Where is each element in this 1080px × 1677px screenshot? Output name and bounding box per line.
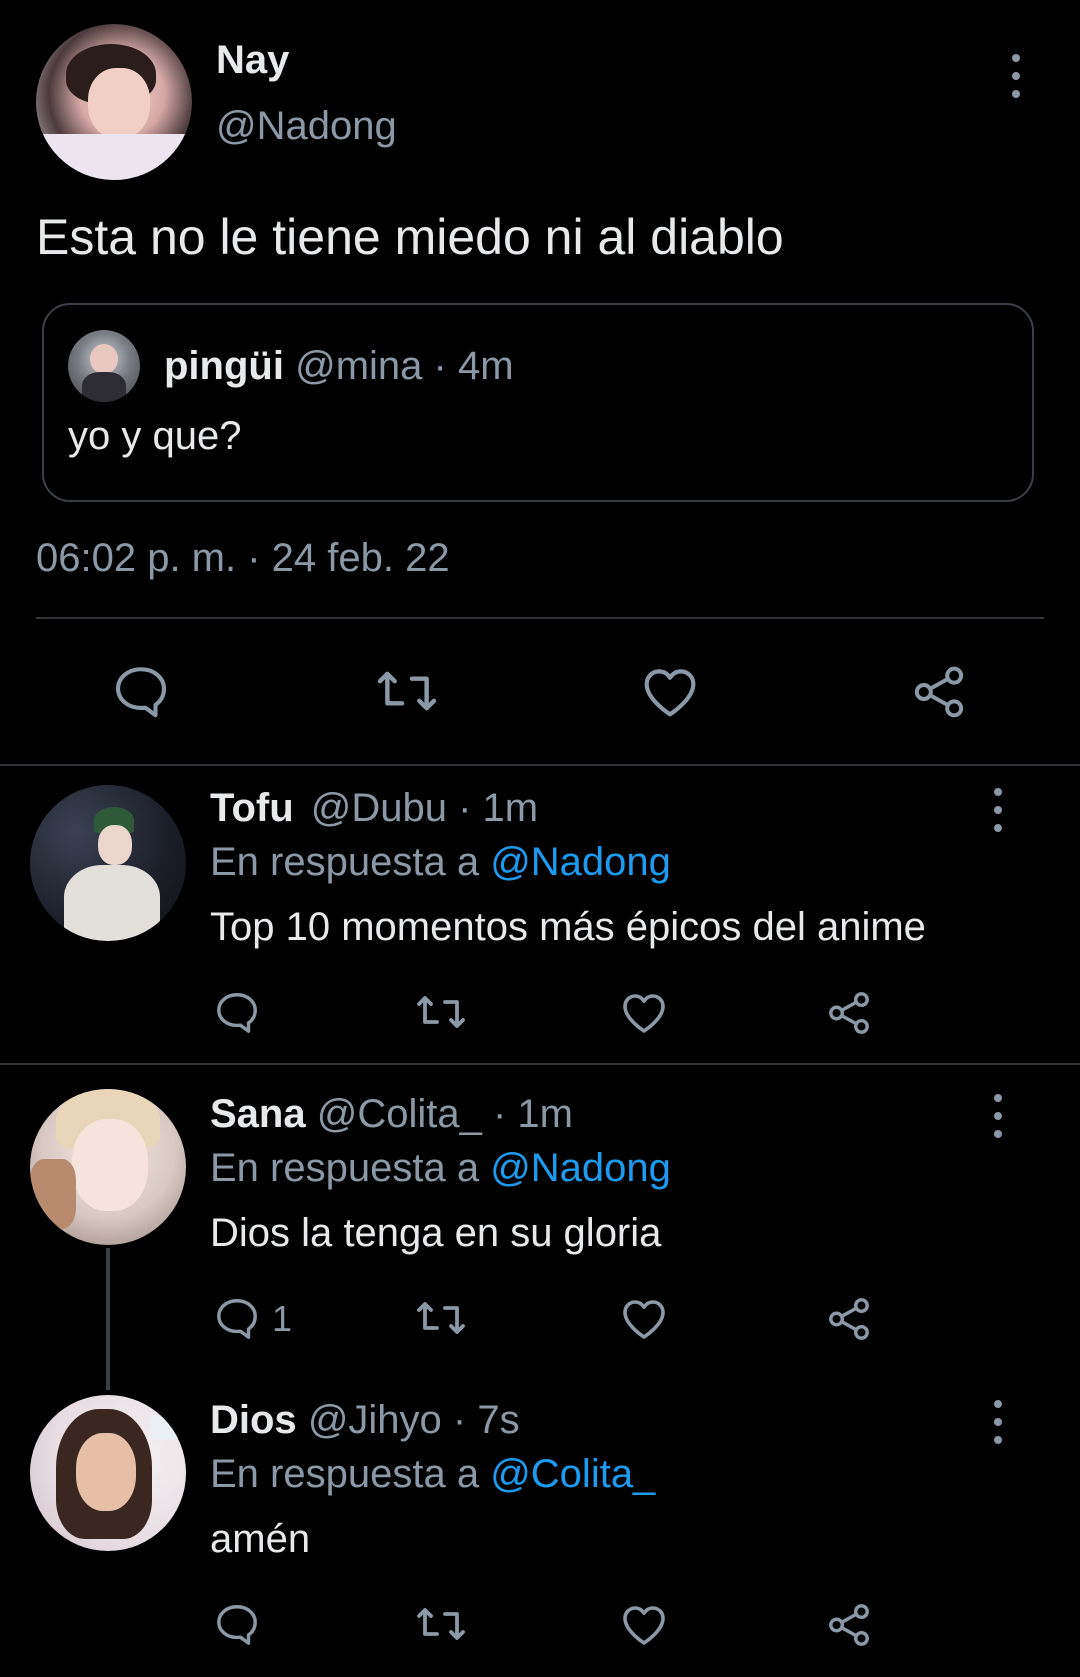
author-avatar[interactable] (36, 24, 192, 180)
like-icon[interactable] (640, 664, 700, 718)
reply-to-link[interactable]: @Colita_ (490, 1452, 655, 1496)
more-icon[interactable] (988, 1094, 1008, 1138)
reply-text: amén (210, 1517, 311, 1561)
retweet-icon[interactable] (374, 664, 440, 718)
more-icon[interactable] (988, 1400, 1008, 1444)
reply-to-link[interactable]: @Nadong (490, 840, 671, 884)
author-handle[interactable]: @Nadong (216, 104, 397, 149)
reply-count: 1 (272, 1298, 293, 1339)
reply-name[interactable]: Sana (210, 1092, 306, 1136)
thread-line (106, 1248, 110, 1390)
reply-icon[interactable] (214, 1296, 260, 1340)
divider (0, 1063, 1080, 1065)
reply-icon[interactable] (214, 990, 260, 1034)
reply-prefix: En respuesta a (210, 1146, 480, 1190)
reply-avatar[interactable] (30, 1089, 186, 1245)
reply-prefix: En respuesta a (210, 1452, 480, 1496)
retweet-icon[interactable] (414, 990, 468, 1034)
author-name[interactable]: Nay (216, 38, 289, 83)
reply-name[interactable]: Dios (210, 1398, 297, 1442)
share-icon[interactable] (826, 1602, 872, 1648)
reply-meta: @Colita_ · 1m (316, 1092, 573, 1136)
retweet-icon[interactable] (414, 1602, 468, 1646)
reply-avatar[interactable] (30, 1395, 186, 1551)
reply-name[interactable]: Tofu (210, 786, 294, 830)
divider (0, 764, 1080, 766)
like-icon[interactable] (620, 1602, 668, 1646)
share-icon[interactable] (826, 1296, 872, 1342)
quoted-tweet[interactable] (42, 303, 1034, 502)
quoted-name: pingüi (164, 344, 284, 388)
quoted-text: yo y que? (68, 414, 242, 458)
share-icon[interactable] (910, 664, 968, 720)
reply-avatar[interactable] (30, 785, 186, 941)
retweet-icon[interactable] (414, 1296, 468, 1340)
divider (36, 617, 1044, 619)
quoted-meta: @mina · 4m (295, 344, 514, 388)
like-icon[interactable] (620, 1296, 668, 1340)
reply-meta: @Jihyo · 7s (307, 1398, 520, 1442)
tweet-text: Esta no le tiene miedo ni al diablo (36, 209, 784, 265)
reply-icon[interactable] (214, 1602, 260, 1646)
more-icon[interactable] (988, 788, 1008, 832)
share-icon[interactable] (826, 990, 872, 1036)
more-icon[interactable] (1006, 54, 1026, 98)
reply-to-link[interactable]: @Nadong (490, 1146, 671, 1190)
reply-text: Top 10 momentos más épicos del anime (210, 905, 926, 949)
quoted-avatar[interactable] (68, 330, 140, 402)
reply-prefix: En respuesta a (210, 840, 480, 884)
reply-text: Dios la tenga en su gloria (210, 1211, 662, 1255)
like-icon[interactable] (620, 990, 668, 1034)
reply-meta: @Dubu · 1m (310, 786, 539, 830)
reply-icon[interactable] (112, 664, 170, 718)
tweet-timestamp[interactable]: 06:02 p. m. · 24 feb. 22 (36, 536, 450, 581)
